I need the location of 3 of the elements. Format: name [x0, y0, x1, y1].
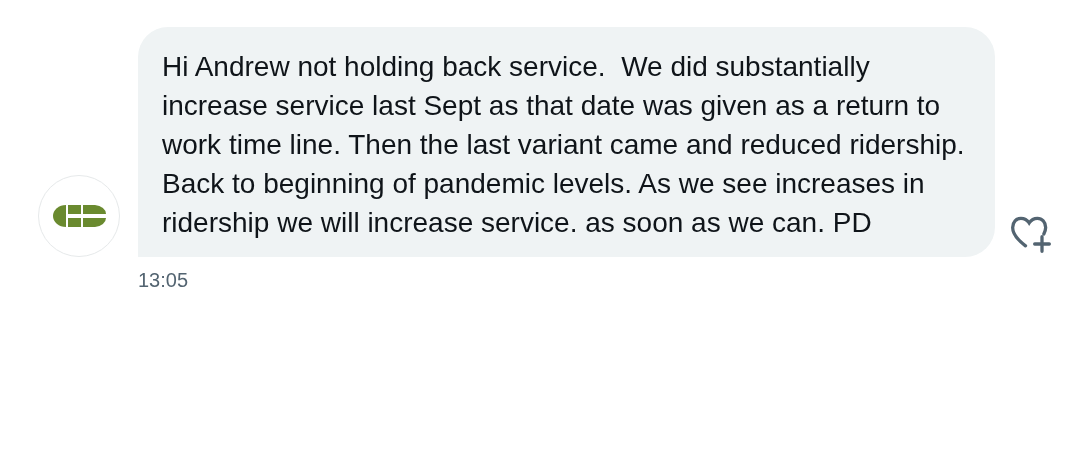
message-text: Hi Andrew not holding back service. We did substantially increase service last Sept as that date was given as a return to work time line. Then the last variant came and reduced ridership. Back to beginning of pandemic levels. As we see increases in ridership we will increase service. as soon as we can. PD	[138, 27, 995, 257]
avatar-icon[interactable]	[38, 175, 120, 257]
message-time: 13:05	[138, 269, 190, 292]
